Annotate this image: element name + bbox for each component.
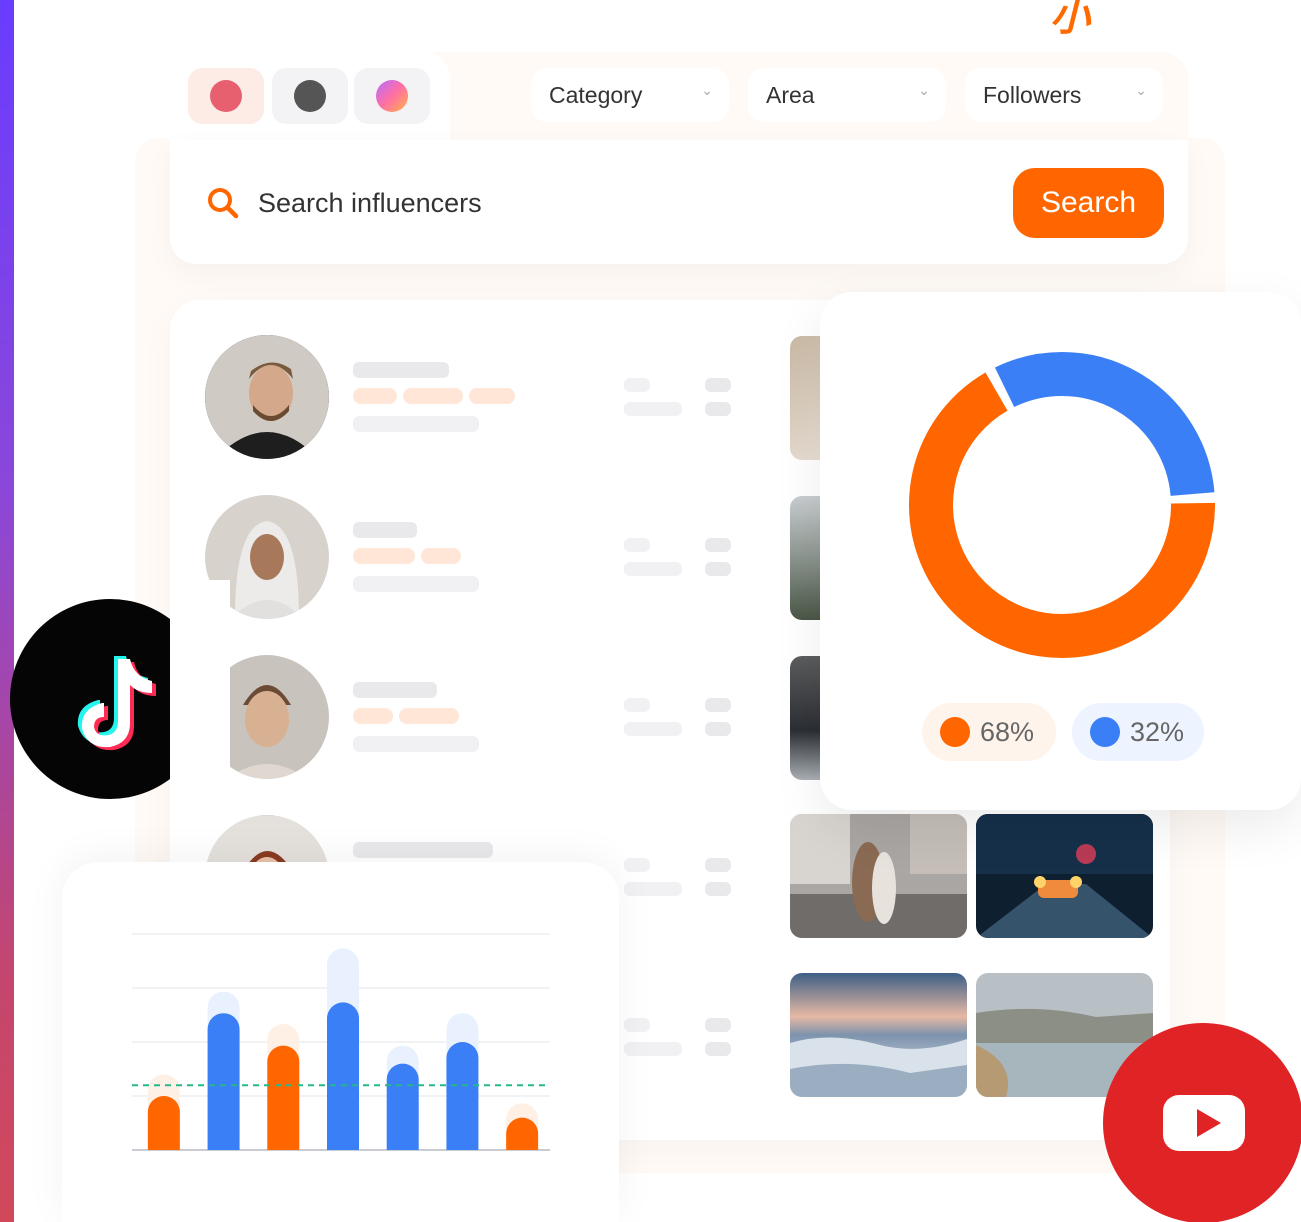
stat-placeholder — [624, 378, 650, 392]
search-button[interactable]: Search — [1013, 168, 1164, 238]
female-percent: 68% — [980, 716, 1035, 747]
bio-placeholder — [353, 576, 479, 592]
category-dropdown[interactable]: Category ⌄ — [531, 68, 729, 122]
stat-placeholder — [705, 402, 731, 416]
followers-dropdown[interactable]: Followers ⌄ — [965, 68, 1163, 122]
engagement-bar-card — [62, 862, 619, 1222]
tag-placeholder — [399, 708, 459, 724]
tab-instagram[interactable] — [354, 68, 430, 124]
content-thumbnail[interactable] — [790, 973, 967, 1097]
bar — [147, 1096, 180, 1150]
chevron-down-icon: ⌄ — [1135, 82, 1147, 98]
bar — [506, 1117, 539, 1150]
name-placeholder — [353, 682, 437, 698]
stat-placeholder — [624, 722, 682, 736]
stat-placeholder — [624, 882, 682, 896]
stat-placeholder — [624, 538, 650, 552]
tab-tiktok[interactable] — [272, 68, 348, 124]
gender-donut-chart — [909, 352, 1215, 658]
donut-segment-male — [994, 352, 1215, 497]
name-placeholder — [353, 842, 493, 858]
youtube-badge[interactable] — [1103, 1023, 1301, 1222]
male-icon — [1090, 717, 1120, 747]
area-label: Area — [766, 81, 815, 108]
chevron-down-icon: ⌄ — [701, 82, 713, 98]
tag-placeholder — [353, 708, 393, 724]
brand-gradient-strip — [0, 0, 14, 1222]
thumbnail-photo — [790, 973, 967, 1097]
avatar-photo — [205, 335, 329, 459]
bio-placeholder — [353, 736, 479, 752]
stat-placeholder — [624, 858, 650, 872]
area-dropdown[interactable]: Area ⌄ — [748, 68, 946, 122]
bar — [386, 1063, 419, 1150]
stat-placeholder — [705, 562, 731, 576]
card-edge — [170, 580, 230, 820]
bar — [446, 1042, 479, 1150]
stat-placeholder — [705, 1018, 731, 1032]
category-label: Category — [549, 81, 643, 108]
tag-placeholder — [421, 548, 461, 564]
youtube-dot-icon — [210, 80, 242, 112]
bar — [207, 1013, 240, 1150]
stat-placeholder — [624, 1042, 682, 1056]
name-placeholder — [353, 362, 449, 378]
search-input[interactable] — [258, 183, 858, 223]
female-icon — [940, 717, 970, 747]
tag-placeholder — [469, 388, 515, 404]
stat-placeholder — [705, 882, 731, 896]
stat-placeholder — [705, 538, 731, 552]
thumbnail-photo — [976, 814, 1153, 938]
bar — [327, 1002, 359, 1150]
bio-placeholder — [353, 416, 479, 432]
tag-placeholder — [403, 388, 463, 404]
engagement-bar-chart — [132, 933, 550, 1151]
chevron-down-icon: ⌄ — [918, 82, 930, 98]
tag-placeholder — [353, 388, 397, 404]
stat-placeholder — [705, 378, 731, 392]
instagram-dot-icon — [376, 80, 408, 112]
content-thumbnail[interactable] — [976, 814, 1153, 938]
tab-youtube[interactable] — [188, 68, 264, 124]
search-icon — [208, 188, 239, 219]
stat-placeholder — [705, 1042, 731, 1056]
stat-placeholder — [705, 858, 731, 872]
stat-placeholder — [705, 722, 731, 736]
content-thumbnail[interactable] — [790, 814, 967, 938]
audience-gender-card — [820, 292, 1301, 810]
tiktok-dot-icon — [294, 80, 326, 112]
thumbnail-photo — [790, 814, 967, 938]
followers-label: Followers — [983, 81, 1082, 108]
stat-placeholder — [624, 698, 650, 712]
male-percent: 32% — [1130, 716, 1185, 747]
male-legend: 32% — [1072, 703, 1204, 761]
tag-placeholder — [353, 548, 415, 564]
female-legend: 68% — [922, 703, 1056, 761]
brand-logo: 小 — [1050, 0, 1091, 39]
name-placeholder — [353, 522, 417, 538]
stat-placeholder — [624, 1018, 650, 1032]
stat-placeholder — [624, 562, 682, 576]
avatar — [205, 335, 329, 459]
stat-placeholder — [705, 698, 731, 712]
youtube-icon — [1163, 1095, 1245, 1151]
bar — [267, 1045, 300, 1150]
stat-placeholder — [624, 402, 682, 416]
